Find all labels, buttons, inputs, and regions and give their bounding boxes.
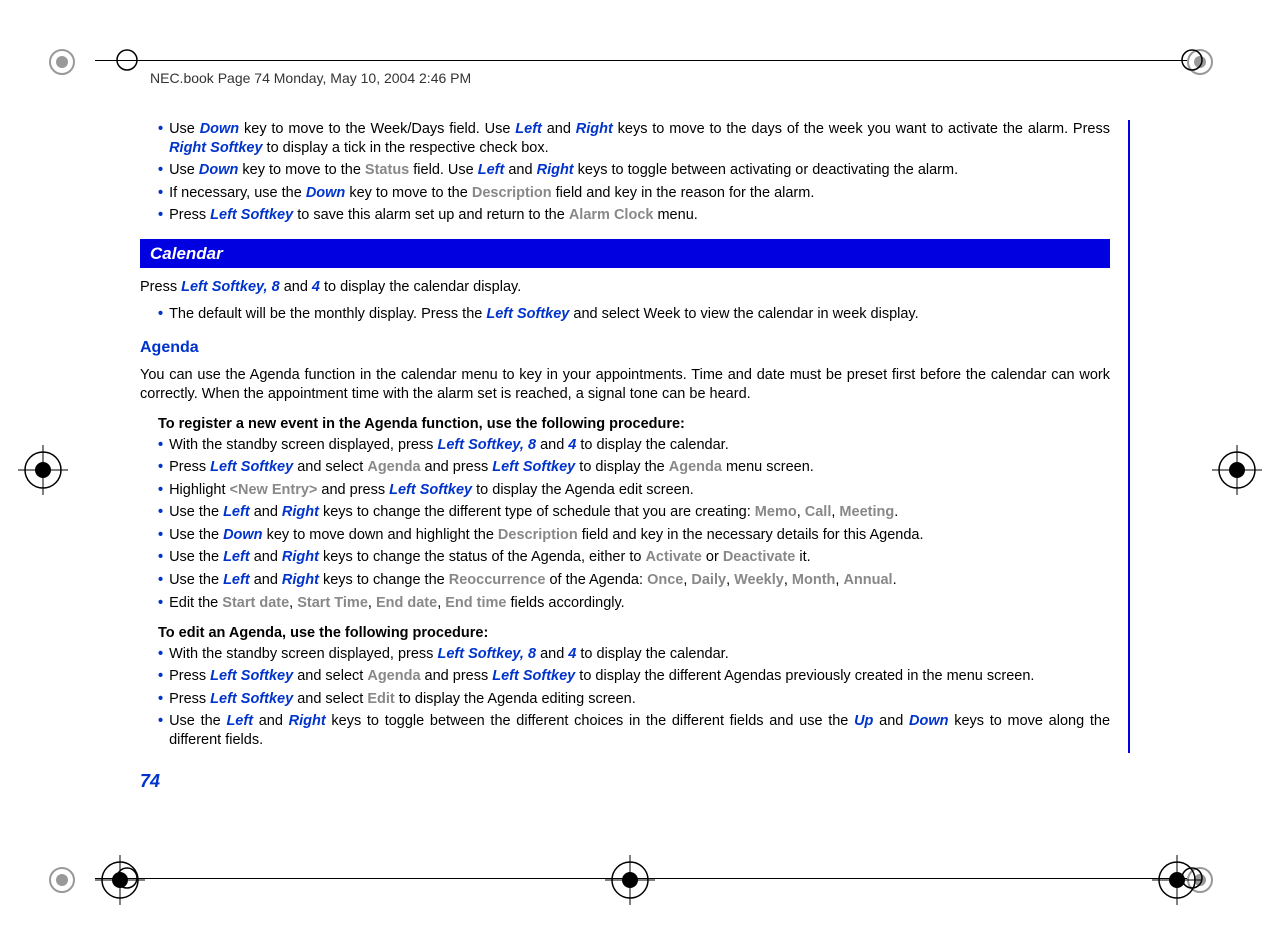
footer-rule: [95, 878, 1187, 879]
list-item: • Press Left Softkey and select Agenda an…: [158, 667, 1110, 686]
bullet-icon: •: [158, 206, 163, 225]
bullet-text: If necessary, use the Down key to move t…: [169, 184, 1110, 203]
calendar-intro: Press Left Softkey, 8 and 4 to display t…: [140, 278, 1110, 297]
bullet-text: Use the Left and Right keys to change th…: [169, 571, 1110, 590]
page-header: NEC.book Page 74 Monday, May 10, 2004 2:…: [150, 70, 471, 86]
bullet-text: With the standby screen displayed, press…: [169, 645, 1110, 664]
bullet-icon: •: [158, 667, 163, 686]
bullet-icon: •: [158, 690, 163, 709]
bullet-text: The default will be the monthly display.…: [169, 305, 1110, 324]
crop-mark-icon: [42, 860, 82, 900]
list-item: • Use the Left and Right keys to change t…: [158, 503, 1110, 522]
bullet-icon: •: [158, 305, 163, 324]
bullet-icon: •: [158, 161, 163, 180]
alarm-bullets: •Use Down key to move to the Week/Days f…: [140, 120, 1110, 225]
bullet-icon: •: [158, 594, 163, 613]
list-item: • Use the Left and Right keys to change t…: [158, 548, 1110, 567]
bullet-icon: •: [158, 526, 163, 545]
page-body: •Use Down key to move to the Week/Days f…: [140, 120, 1130, 753]
list-item: • Use the Down key to move down and highl…: [158, 526, 1110, 545]
bullet-icon: •: [158, 548, 163, 567]
bullet-text: Use the Left and Right keys to change th…: [169, 503, 1110, 522]
bullet-icon: •: [158, 645, 163, 664]
bullet-text: Press Left Softkey and select Agenda and…: [169, 458, 1110, 477]
list-item: •Use the Left and Right keys to toggle b…: [158, 712, 1110, 749]
bullet-icon: •: [158, 184, 163, 203]
calendar-bullet: • The default will be the monthly display…: [140, 305, 1110, 324]
bullet-text: With the standby screen displayed, press…: [169, 436, 1110, 455]
header-rule: [95, 60, 1187, 61]
list-item: • Press Left Softkey and select Agenda an…: [158, 458, 1110, 477]
agenda-paragraph: You can use the Agenda function in the c…: [140, 366, 1110, 403]
bullet-text: Press Left Softkey and select Edit to di…: [169, 690, 1110, 709]
list-item: • Highlight <New Entry> and press Left So…: [158, 481, 1110, 500]
bullet-icon: •: [158, 481, 163, 500]
bullet-text: Press Left Softkey to save this alarm se…: [169, 206, 1110, 225]
list-item: • Use the Left and Right keys to change t…: [158, 571, 1110, 590]
list-item: •Use Down key to move to the Week/Days f…: [158, 120, 1110, 157]
list-item: • With the standby screen displayed, pres…: [158, 645, 1110, 664]
bullet-text: Use Down key to move to the Status field…: [169, 161, 1110, 180]
bullet-icon: •: [158, 120, 163, 157]
bullet-text: Highlight <New Entry> and press Left Sof…: [169, 481, 1110, 500]
register-bullets: • With the standby screen displayed, pres…: [140, 436, 1110, 612]
bullet-icon: •: [158, 436, 163, 455]
registration-mark-icon: [18, 445, 68, 495]
bullet-text: Press Left Softkey and select Agenda and…: [169, 667, 1110, 686]
list-item: • The default will be the monthly display…: [158, 305, 1110, 324]
list-item: • Press Left Softkey to save this alarm s…: [158, 206, 1110, 225]
list-item: • Edit the Start date, Start Time, End da…: [158, 594, 1110, 613]
bullet-icon: •: [158, 458, 163, 477]
agenda-heading: Agenda: [140, 338, 1110, 358]
registration-mark-icon: [1212, 445, 1262, 495]
bullet-text: Edit the Start date, Start Time, End dat…: [169, 594, 1110, 613]
bullet-text: Use Down key to move to the Week/Days fi…: [169, 120, 1110, 157]
bullet-icon: •: [158, 571, 163, 590]
section-calendar: Calendar: [140, 239, 1110, 269]
page-number: 74: [140, 770, 160, 793]
edit-bullets: • With the standby screen displayed, pres…: [140, 645, 1110, 750]
bullet-text: Use the Left and Right keys to toggle be…: [169, 712, 1110, 749]
list-item: • Use Down key to move to the Status fiel…: [158, 161, 1110, 180]
register-intro: To register a new event in the Agenda fu…: [140, 415, 1110, 434]
bullet-icon: •: [158, 712, 163, 749]
bullet-text: Use the Down key to move down and highli…: [169, 526, 1110, 545]
bullet-icon: •: [158, 503, 163, 522]
crop-mark-icon: [42, 42, 82, 82]
list-item: • Press Left Softkey and select Edit to d…: [158, 690, 1110, 709]
bullet-text: Use the Left and Right keys to change th…: [169, 548, 1110, 567]
registration-mark-icon: [605, 855, 655, 905]
list-item: • With the standby screen displayed, pres…: [158, 436, 1110, 455]
list-item: • If necessary, use the Down key to move …: [158, 184, 1110, 203]
edit-intro: To edit an Agenda, use the following pro…: [140, 624, 1110, 643]
